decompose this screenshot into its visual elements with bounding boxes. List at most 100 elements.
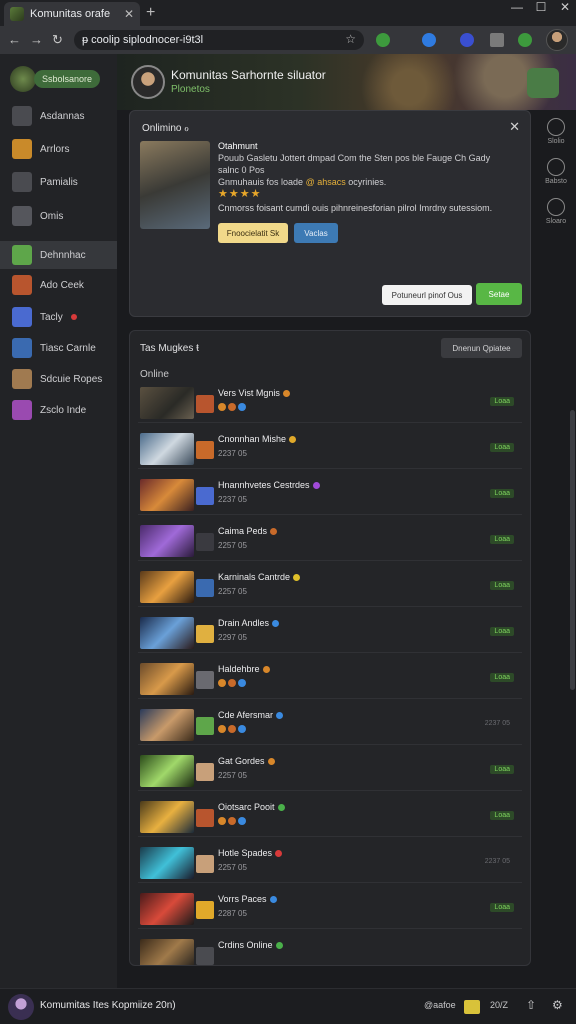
url-field[interactable]: ᵽ coolip siplodnocer-i9t3l ☆ bbox=[74, 30, 364, 50]
panel-action-button[interactable]: Dnenun Qpiatee bbox=[441, 338, 522, 358]
status-badge: Loaa bbox=[490, 627, 514, 636]
footer-share-icon[interactable]: ⇧ bbox=[526, 998, 536, 1012]
sidebar-item[interactable]: Pamialis bbox=[0, 168, 117, 196]
blue-button[interactable]: Vaclas bbox=[294, 223, 338, 243]
badge-icon bbox=[228, 817, 236, 825]
item-name: Karninals Cantrde bbox=[218, 572, 301, 582]
list-item[interactable]: Vorrs Paces 2287 05 Loaa bbox=[138, 889, 522, 929]
list-item[interactable]: Cde Afersmar 2237 05 bbox=[138, 705, 522, 745]
rail-item-3[interactable]: Sloaro bbox=[536, 198, 576, 225]
close-icon[interactable]: ✕ bbox=[509, 119, 520, 135]
maximize-button[interactable]: ☐ bbox=[530, 0, 552, 14]
list-item[interactable]: Caima Peds 2257 05 Loaa bbox=[138, 521, 522, 561]
sidebar-item[interactable]: Asdannas bbox=[0, 102, 117, 130]
list-item[interactable]: Hotle Spades 2257 05 2237 05 bbox=[138, 843, 522, 883]
item-subtitle: 2237 05 bbox=[218, 495, 247, 504]
status-badge: Loaa bbox=[490, 581, 514, 590]
community-logo-icon[interactable] bbox=[10, 66, 36, 92]
status-dot-icon bbox=[289, 436, 297, 444]
status-badge: Loaa bbox=[490, 489, 514, 498]
list-item[interactable]: Haldehbre Loaa bbox=[138, 659, 522, 699]
back-button[interactable]: ← bbox=[8, 32, 21, 47]
item-subtitle: 2257 05 bbox=[218, 587, 247, 596]
list-item[interactable]: Cnonnhan Mishe 2237 05 Loaa bbox=[138, 429, 522, 469]
new-tab-button[interactable]: + bbox=[146, 4, 155, 22]
item-avatar-icon bbox=[196, 901, 214, 919]
sidebar-item[interactable]: Tacly bbox=[0, 303, 117, 331]
extension-icon-1[interactable] bbox=[376, 33, 390, 47]
popup-header: Onlimino ℴ bbox=[142, 123, 189, 134]
status-badge: Loaa bbox=[490, 903, 514, 912]
item-subtitle: 2237 05 bbox=[218, 449, 247, 458]
sidebar-item-icon bbox=[12, 172, 32, 192]
item-subtitle: 2257 05 bbox=[218, 771, 247, 780]
forward-button[interactable]: → bbox=[30, 32, 43, 47]
reload-button[interactable]: ↻ bbox=[52, 32, 63, 48]
sidebar-item[interactable]: Arrlors bbox=[0, 135, 117, 163]
rail-label: Sloaro bbox=[545, 218, 567, 225]
extension-icon-5[interactable] bbox=[518, 33, 532, 47]
footer-settings-icon[interactable]: ⚙ bbox=[552, 998, 563, 1012]
sidebar-item[interactable]: Zsclo Inde bbox=[0, 396, 117, 424]
item-name: Crdins Online bbox=[218, 940, 283, 950]
item-name: Caima Peds bbox=[218, 526, 278, 536]
close-window-button[interactable]: ✕ bbox=[554, 0, 576, 14]
item-avatar-icon bbox=[196, 855, 214, 873]
user-avatar[interactable] bbox=[8, 994, 34, 1020]
popup-name: Otahmunt bbox=[218, 141, 258, 151]
list-item[interactable]: Oiotsarc Pooit Loaa bbox=[138, 797, 522, 837]
item-name: Vorrs Paces bbox=[218, 894, 277, 904]
banner-action-button[interactable] bbox=[527, 68, 559, 98]
rail-icon bbox=[547, 118, 565, 136]
sidebar-item[interactable]: Tiasc Carnle bbox=[0, 334, 117, 362]
extension-icon-2[interactable] bbox=[422, 33, 436, 47]
status-dot-icon bbox=[270, 528, 278, 536]
item-name-text: Gat Gordes bbox=[218, 756, 265, 766]
item-thumbnail bbox=[140, 801, 194, 833]
item-badges bbox=[218, 679, 248, 689]
item-subtitle: 2287 05 bbox=[218, 909, 247, 918]
item-name-text: Drain Andles bbox=[218, 618, 270, 628]
bookmark-star-icon[interactable]: ☆ bbox=[345, 32, 356, 46]
extension-icon-3[interactable] bbox=[460, 33, 474, 47]
list-item[interactable]: Crdins Online bbox=[138, 935, 522, 965]
banner-subtitle[interactable]: Plonetos bbox=[171, 84, 210, 95]
primary-yellow-button[interactable]: Fnoocielatit Sk bbox=[218, 223, 288, 243]
rail-item-2[interactable]: Babsto bbox=[536, 158, 576, 185]
badge-icon bbox=[238, 725, 246, 733]
hero-image bbox=[140, 141, 210, 229]
list-item[interactable]: Drain Andles 2297 05 Loaa bbox=[138, 613, 522, 653]
right-rail: Slolio Babsto Sloaro bbox=[528, 110, 576, 240]
sidebar-item-label: Pamialis bbox=[40, 176, 78, 188]
minimize-button[interactable]: — bbox=[506, 0, 528, 14]
sidebar-item[interactable]: Ado Ceek bbox=[0, 271, 117, 299]
sidebar-item[interactable]: Sdcuie Ropes bbox=[0, 365, 117, 393]
browser-tab[interactable]: Komunitas orafe ✕ bbox=[4, 2, 140, 26]
list-item[interactable]: Hnannhvetes Cestrdes 2237 05 Loaa bbox=[138, 475, 522, 515]
sidebar-header-pill[interactable]: Ssbolsanore bbox=[34, 70, 100, 88]
profile-avatar[interactable] bbox=[546, 29, 568, 51]
confirm-button[interactable]: Setae bbox=[476, 283, 522, 305]
list-item[interactable]: Karninals Cantrde 2257 05 Loaa bbox=[138, 567, 522, 607]
item-thumbnail bbox=[140, 893, 194, 925]
footer-badge-icon[interactable] bbox=[464, 1000, 480, 1014]
secondary-button[interactable]: Potuneurl pinof Ous bbox=[382, 285, 472, 305]
list-item[interactable]: Gat Gordes 2257 05 Loaa bbox=[138, 751, 522, 791]
community-avatar[interactable] bbox=[131, 65, 165, 99]
close-tab-icon[interactable]: ✕ bbox=[124, 7, 134, 21]
rail-icon bbox=[547, 158, 565, 176]
sidebar-item[interactable]: Omis bbox=[0, 202, 117, 230]
sidebar-item[interactable]: Dehnnhac bbox=[0, 241, 117, 269]
item-name: Oiotsarc Pooit bbox=[218, 802, 285, 812]
scrollbar[interactable] bbox=[570, 410, 575, 690]
sidebar-item-icon bbox=[12, 139, 32, 159]
list-item[interactable]: Vers Vist Mgnis Loaa bbox=[138, 383, 522, 423]
status-dot-icon bbox=[277, 804, 285, 812]
footer-status[interactable]: @aafoe bbox=[424, 1000, 456, 1010]
extension-icon-4[interactable] bbox=[490, 33, 504, 47]
rail-item-1[interactable]: Slolio bbox=[536, 118, 576, 145]
item-avatar-icon bbox=[196, 947, 214, 965]
status-dot-icon bbox=[272, 620, 280, 628]
badge-icon bbox=[238, 679, 246, 687]
rail-icon bbox=[547, 198, 565, 216]
